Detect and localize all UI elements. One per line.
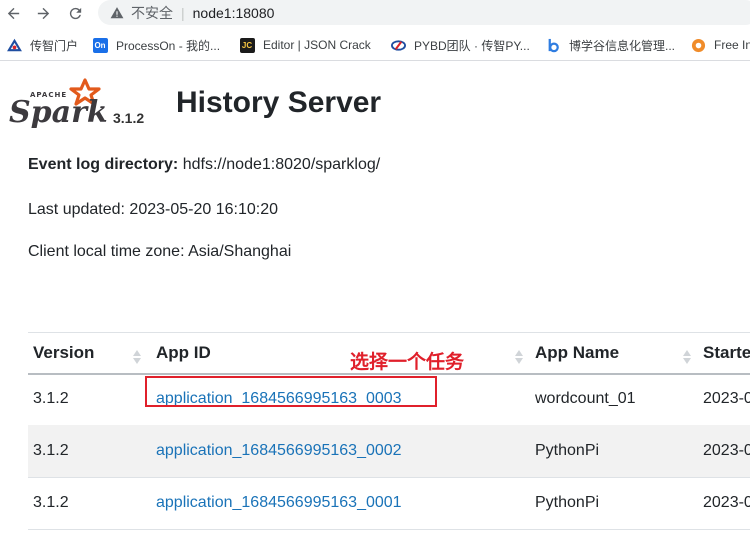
bookmark-label: 博学谷信息化管理... [569, 38, 676, 53]
cell-app-name: PythonPi [535, 494, 600, 511]
highlight-box [145, 376, 437, 407]
cell-app-name: wordcount_01 [535, 390, 636, 407]
app-id-link[interactable]: application_1684566995163_0001 [156, 494, 402, 512]
table-row: 3.1.2 application_1684566995163_0001 Pyt… [28, 477, 750, 530]
browser-toolbar: 不安全 | node1:18080 [0, 0, 750, 26]
boxuegu-icon [545, 37, 561, 53]
reload-icon [69, 7, 81, 19]
cell-app-name: PythonPi [535, 442, 600, 459]
bookmark-label: Editor | JSON Crack [263, 38, 371, 52]
arrow-right-icon [37, 7, 49, 19]
svg-text:Spark: Spark [9, 95, 108, 128]
sort-icon[interactable] [682, 349, 692, 365]
time-zone: Client local time zone: Asia/Shanghai [28, 243, 292, 260]
bookmark-label: Free In [714, 38, 750, 52]
cell-version: 3.1.2 [33, 494, 69, 511]
bookmark-free[interactable]: Free In [690, 37, 750, 53]
bookmark-chuanzhi[interactable]: 传智门户 [6, 37, 78, 53]
chuanzhi-icon [6, 37, 22, 53]
address-bar[interactable]: 不安全 | node1:18080 [98, 0, 750, 25]
event-log-value: hdfs://node1:8020/sparklog/ [182, 156, 381, 173]
pybd-icon [390, 37, 406, 53]
cell-version: 3.1.2 [33, 390, 69, 407]
bookmark-label: 传智门户 [30, 38, 79, 53]
event-log-label: Event log directory: [28, 156, 179, 173]
url-text: node1:18080 [192, 4, 275, 21]
column-header-version[interactable]: Version [33, 343, 94, 363]
event-log-directory: Event log directory: hdfs://node1:8020/s… [28, 156, 380, 174]
back-button[interactable] [0, 0, 26, 26]
bookmark-label: ProcessOn - 我的... [116, 38, 221, 53]
app-id-link[interactable]: application_1684566995163_0002 [156, 442, 402, 460]
cell-started: 2023-0 [703, 494, 750, 511]
spark-logo[interactable]: APACHE Spark [8, 76, 108, 130]
spark-version: 3.1.2 [113, 110, 145, 126]
annotation-label: 选择一个任务 [350, 351, 465, 373]
column-header-app-name[interactable]: App Name [535, 343, 619, 363]
bookmark-jsoncrack[interactable]: JC Editor | JSON Crack [239, 37, 371, 53]
reload-button[interactable] [62, 0, 88, 26]
sort-icon[interactable] [514, 349, 524, 365]
bookmark-processon[interactable]: On ProcessOn - 我的... [92, 37, 220, 53]
bookmark-boxuegu[interactable]: 博学谷信息化管理... [545, 37, 675, 53]
processon-icon: On [92, 37, 108, 53]
divider: | [181, 4, 185, 21]
page-title: History Server [176, 86, 382, 119]
column-header-started[interactable]: Starte [703, 343, 750, 363]
free-icon [690, 37, 706, 53]
sort-icon[interactable] [132, 349, 142, 365]
cell-started: 2023-0 [703, 390, 750, 407]
column-header-app-id[interactable]: App ID [156, 343, 211, 363]
warning-icon [110, 6, 124, 18]
jsoncrack-icon: JC [239, 37, 255, 53]
forward-button[interactable] [30, 0, 56, 26]
cell-started: 2023-0 [703, 442, 750, 459]
last-updated: Last updated: 2023-05-20 16:10:20 [28, 201, 278, 218]
bookmarks-bar: 传智门户 On ProcessOn - 我的... JC Editor | JS… [0, 30, 750, 61]
table-row: 3.1.2 application_1684566995163_0002 Pyt… [28, 425, 750, 478]
cell-version: 3.1.2 [33, 442, 69, 459]
arrow-left-icon [7, 7, 19, 19]
bookmark-label: PYBD团队 · 传智PY... [414, 38, 530, 53]
bookmark-pybd[interactable]: PYBD团队 · 传智PY... [390, 37, 530, 53]
security-label: 不安全 [131, 4, 173, 21]
